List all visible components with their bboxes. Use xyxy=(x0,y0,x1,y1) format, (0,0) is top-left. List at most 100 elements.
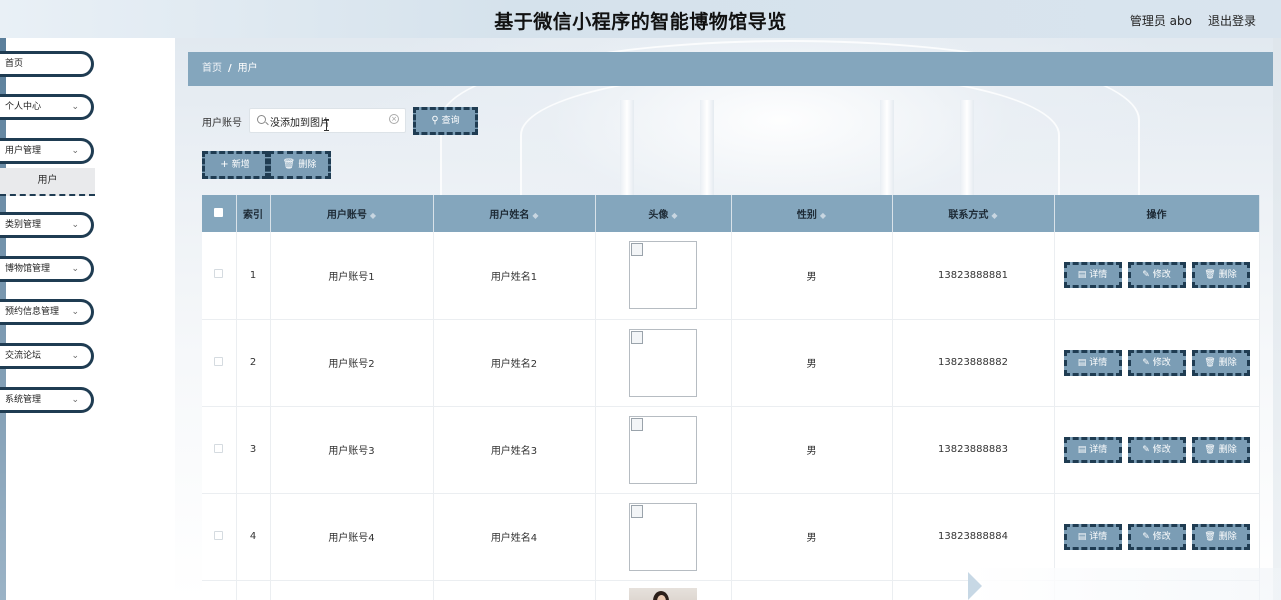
delete-button[interactable]: 🗑 删除 xyxy=(268,151,331,179)
column-header-gender[interactable]: 性别 ◆ xyxy=(731,195,893,232)
sidebar-item-personal-center[interactable]: 个人中心 ⌄ xyxy=(0,94,94,120)
pencil-icon: ✎ xyxy=(1142,531,1150,542)
sidebar-item-system-management[interactable]: 系统管理 ⌄ xyxy=(0,387,94,413)
table-row: 4 用户账号4 用户姓名4 男 13823888884 ▤ 详情 ✎ 修改 🗑 删除 xyxy=(202,493,1260,581)
sidebar-item-home[interactable]: 首页 xyxy=(0,51,94,77)
cell-name: 用户姓名4 xyxy=(433,493,596,581)
avatar xyxy=(629,502,697,571)
cell-name: 用户姓名2 xyxy=(433,319,596,407)
sort-icon[interactable]: ◆ xyxy=(991,211,997,220)
cell-gender: 男 xyxy=(731,319,893,407)
detail-button[interactable]: ▤ 详情 xyxy=(1063,523,1122,550)
cell-index: 1 xyxy=(236,232,271,320)
row-delete-button-label: 删除 xyxy=(1218,357,1237,368)
admin-user-label[interactable]: 管理员 abo xyxy=(1130,12,1192,29)
edit-button[interactable]: ✎ 修改 xyxy=(1127,262,1186,289)
chevron-down-icon: ⌄ xyxy=(71,146,79,156)
row-delete-button[interactable]: 🗑 删除 xyxy=(1191,262,1250,289)
row-delete-button[interactable]: 🗑 删除 xyxy=(1191,523,1250,550)
document-icon: ▤ xyxy=(1077,357,1087,368)
sidebar-item-label: 类别管理 xyxy=(5,220,42,230)
row-checkbox[interactable] xyxy=(214,443,224,453)
trash-icon: 🗑 xyxy=(1204,444,1216,455)
column-header-avatar[interactable]: 头像 ◆ xyxy=(595,195,732,232)
cell-gender: 男 xyxy=(731,406,893,494)
column-header-name[interactable]: 用户姓名 ◆ xyxy=(433,195,596,232)
edit-button-label: 修改 xyxy=(1152,444,1171,455)
logout-link[interactable]: 退出登录 xyxy=(1208,12,1256,29)
row-checkbox[interactable] xyxy=(214,356,224,366)
edit-button-label: 修改 xyxy=(1152,357,1171,368)
add-button[interactable]: + 新增 xyxy=(202,151,268,179)
column-header-label: 头像 xyxy=(648,210,669,221)
sidebar-item-user-management[interactable]: 用户管理 ⌄ xyxy=(0,138,94,164)
row-checkbox[interactable] xyxy=(214,530,224,540)
breadcrumb-current: 用户 xyxy=(237,63,258,74)
trash-icon: 🗑 xyxy=(282,159,296,170)
user-area: 管理员 abo 退出登录 xyxy=(1130,12,1256,29)
row-checkbox[interactable] xyxy=(214,269,224,279)
user-table: 索引 用户账号 ◆ 用户姓名 ◆ 头像 ◆ 性别 ◆ 联系方式 ◆ 操作 1 用户账号1 … xyxy=(202,195,1260,600)
sidebar-item-category-management[interactable]: 类别管理 ⌄ xyxy=(0,212,94,238)
cell-phone: 13823888882 xyxy=(892,319,1055,407)
pencil-icon: ✎ xyxy=(1142,357,1150,368)
right-edge-strip xyxy=(1273,38,1281,600)
sidebar-item-reservation-management[interactable]: 预约信息管理 ⌄ xyxy=(0,299,94,325)
row-delete-button[interactable]: 🗑 删除 xyxy=(1191,436,1250,463)
edit-button[interactable]: ✎ 修改 xyxy=(1127,349,1186,376)
detail-button-label: 详情 xyxy=(1089,357,1108,368)
select-all-checkbox[interactable] xyxy=(214,207,224,217)
detail-button[interactable]: ▤ 详情 xyxy=(1063,349,1122,376)
column-header-label: 操作 xyxy=(1146,210,1167,221)
column-header-account[interactable]: 用户账号 ◆ xyxy=(270,195,434,232)
pencil-icon: ✎ xyxy=(1142,270,1150,281)
document-icon: ▤ xyxy=(1077,444,1087,455)
sidebar-item-label: 个人中心 xyxy=(5,102,42,112)
detail-button-label: 详情 xyxy=(1089,444,1108,455)
trash-icon: 🗑 xyxy=(1204,270,1216,281)
document-icon: ▤ xyxy=(1077,270,1087,281)
sort-icon[interactable]: ◆ xyxy=(370,211,376,220)
sidebar-item-label: 用户管理 xyxy=(5,146,42,156)
sidebar: 首页 个人中心 ⌄ 用户管理 ⌄ 用户 类别管理 ⌄ 博物馆管理 ⌄ 预约信息管… xyxy=(0,38,175,600)
edit-button-label: 修改 xyxy=(1152,270,1171,281)
app-title: 基于微信小程序的智能博物馆导览 xyxy=(494,12,787,33)
sidebar-item-label: 系统管理 xyxy=(5,395,42,405)
cell-account: 用户账号3 xyxy=(270,406,434,494)
breadcrumb-home[interactable]: 首页 xyxy=(202,63,222,74)
column-header-phone[interactable]: 联系方式 ◆ xyxy=(892,195,1055,232)
table-header-row: 索引 用户账号 ◆ 用户姓名 ◆ 头像 ◆ 性别 ◆ 联系方式 ◆ 操作 xyxy=(202,195,1260,232)
edit-button[interactable]: ✎ 修改 xyxy=(1127,523,1186,550)
detail-button-label: 详情 xyxy=(1089,270,1108,281)
cell-gender: 男 xyxy=(731,493,893,581)
cell-phone: 13823888881 xyxy=(892,232,1055,320)
sort-icon[interactable]: ◆ xyxy=(671,211,677,220)
sidebar-item-forum[interactable]: 交流论坛 ⌄ xyxy=(0,343,94,369)
document-icon: ▤ xyxy=(1077,531,1087,542)
background-pillar xyxy=(880,100,894,195)
search-input[interactable] xyxy=(270,113,385,129)
sidebar-item-label: 预约信息管理 xyxy=(5,307,60,317)
avatar xyxy=(629,328,697,397)
cell-gender: 男 xyxy=(731,232,893,320)
cell-index: 4 xyxy=(236,493,271,581)
edit-button-label: 修改 xyxy=(1152,531,1171,542)
chevron-down-icon: ⌄ xyxy=(71,264,79,274)
sort-icon[interactable]: ◆ xyxy=(532,211,538,220)
sidebar-item-museum-management[interactable]: 博物馆管理 ⌄ xyxy=(0,256,94,282)
sidebar-item-label: 博物馆管理 xyxy=(5,264,51,274)
avatar xyxy=(629,587,697,600)
sidebar-subitem-users[interactable]: 用户 xyxy=(0,168,95,196)
chevron-down-icon: ⌄ xyxy=(71,351,79,361)
search-label: 用户账号 xyxy=(202,118,242,129)
column-header-label: 索引 xyxy=(243,210,263,221)
sort-icon[interactable]: ◆ xyxy=(820,211,826,220)
clear-icon[interactable]: × xyxy=(389,114,399,124)
row-delete-button[interactable]: 🗑 删除 xyxy=(1191,349,1250,376)
pencil-icon: ✎ xyxy=(1142,444,1150,455)
cell-phone: 13823888883 xyxy=(892,406,1055,494)
query-button[interactable]: ⚲ 查询 xyxy=(413,107,478,135)
detail-button[interactable]: ▤ 详情 xyxy=(1063,262,1122,289)
detail-button[interactable]: ▤ 详情 xyxy=(1063,436,1122,463)
edit-button[interactable]: ✎ 修改 xyxy=(1127,436,1186,463)
